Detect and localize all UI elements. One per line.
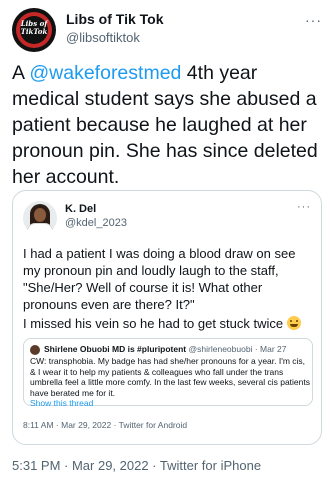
- quoted-author-handle[interactable]: @kdel_2023: [65, 217, 127, 229]
- author-name[interactable]: Libs of Tik Tok: [66, 11, 164, 27]
- nested-tweet-date: · Mar 27: [254, 344, 287, 354]
- nested-author-handle[interactable]: @shirleneobuobi: [189, 344, 253, 354]
- quoted-author-avatar[interactable]: [23, 201, 57, 235]
- quoted-tweet-text-2: I missed his vein so he had to get stuck…: [23, 315, 315, 332]
- tweet-text: A @wakeforestmed 4th year medical studen…: [12, 62, 318, 188]
- quoted-tweet-text: I had a patient I was doing a blood draw…: [23, 246, 296, 312]
- tweet-timestamp[interactable]: 5:31 PM · Mar 29, 2022 · Twitter for iPh…: [12, 458, 261, 473]
- quoted-tweet[interactable]: K. Del @kdel_2023 ··· I had a patient I …: [12, 190, 322, 445]
- quoted-tweet-timestamp[interactable]: 8:11 AM · Mar 29, 2022 · Twitter for And…: [23, 420, 187, 430]
- mention-link[interactable]: @wakeforestmed: [29, 62, 181, 84]
- nested-tweet-header: Shirlene Obuobi MD is #pluripotent @shir…: [44, 344, 308, 355]
- nested-tweet-text: CW: transphobia. My badge has had she/he…: [30, 356, 310, 408]
- nested-author-avatar[interactable]: [30, 345, 40, 355]
- tweet-header: Libs of TikTok Libs of Tik Tok @libsoftik…: [12, 8, 322, 52]
- quoted-author-name[interactable]: K. Del: [65, 203, 96, 215]
- avatar-logo-text: Libs of TikTok: [20, 19, 48, 36]
- nested-author-name[interactable]: Shirlene Obuobi MD is #pluripotent: [44, 344, 186, 354]
- quoted-more-options-icon[interactable]: ···: [297, 201, 311, 213]
- author-avatar[interactable]: Libs of TikTok: [12, 8, 56, 52]
- show-thread-link[interactable]: Show this thread: [30, 398, 93, 408]
- more-options-icon[interactable]: ···: [305, 12, 322, 28]
- grimacing-face-icon: [286, 316, 301, 330]
- author-handle[interactable]: @libsoftiktok: [66, 30, 140, 45]
- nested-quoted-tweet[interactable]: Shirlene Obuobi MD is #pluripotent @shir…: [23, 338, 313, 408]
